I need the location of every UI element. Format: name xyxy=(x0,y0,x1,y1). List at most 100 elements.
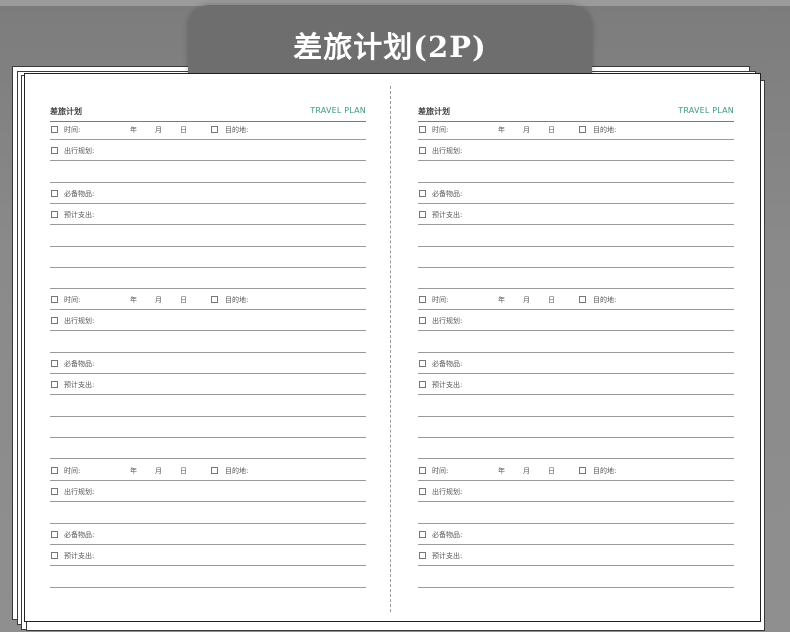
essentials-label: 必备物品: xyxy=(432,189,463,198)
day-label: 日 xyxy=(180,296,187,304)
checkbox[interactable] xyxy=(51,317,58,325)
checkbox[interactable] xyxy=(419,147,426,155)
blank-writing-line xyxy=(418,395,734,417)
year-label: 年 xyxy=(498,296,505,304)
checkbox[interactable] xyxy=(211,467,218,474)
date-destination-row: 时间: 年 月 日 目的地: xyxy=(418,288,734,310)
essentials-label: 必备物品: xyxy=(64,530,95,539)
budget-row: 预计支出: xyxy=(50,373,366,396)
checkbox[interactable] xyxy=(419,467,426,474)
budget-row: 预计支出: xyxy=(50,203,366,226)
time-label: 时间: xyxy=(64,126,81,134)
itinerary-label: 出行规划: xyxy=(64,488,95,497)
destination-label: 目的地: xyxy=(225,126,249,134)
destination-label: 目的地: xyxy=(593,296,617,304)
checkbox[interactable] xyxy=(51,467,58,474)
center-fold-line xyxy=(390,86,391,612)
banner-title: 差旅计划(2P) xyxy=(293,30,487,64)
checkbox[interactable] xyxy=(419,189,426,197)
checkbox[interactable] xyxy=(419,126,426,133)
date-destination-row: 时间: 年 月 日 目的地: xyxy=(50,288,366,310)
checkbox[interactable] xyxy=(51,126,58,133)
day-label: 日 xyxy=(180,126,187,134)
date-destination-row: 时间: 年 月 日 目的地: xyxy=(418,118,734,140)
checkbox[interactable] xyxy=(419,530,426,538)
destination-label: 目的地: xyxy=(593,467,617,475)
essentials-label: 必备物品: xyxy=(432,530,463,539)
checkbox[interactable] xyxy=(211,126,218,133)
month-label: 月 xyxy=(523,467,530,475)
time-label: 时间: xyxy=(432,296,449,304)
itinerary-row: 出行规划: xyxy=(418,139,734,162)
header-title-cn: 差旅计划 xyxy=(418,107,450,116)
budget-row: 预计支出: xyxy=(50,544,366,567)
title-banner: 差旅计划(2P) xyxy=(188,5,592,77)
month-label: 月 xyxy=(155,467,162,475)
time-label: 时间: xyxy=(64,296,81,304)
essentials-row: 必备物品: xyxy=(50,352,366,374)
itinerary-row: 出行规划: xyxy=(418,480,734,503)
blank-writing-line xyxy=(50,246,366,268)
itinerary-label: 出行规划: xyxy=(64,317,95,326)
checkbox[interactable] xyxy=(51,530,58,538)
checkbox[interactable] xyxy=(419,381,426,389)
blank-writing-line xyxy=(50,331,366,353)
blank-writing-line xyxy=(50,395,366,417)
blank-writing-line xyxy=(418,331,734,353)
date-destination-row: 时间: 年 月 日 目的地: xyxy=(50,459,366,481)
blank-writing-line xyxy=(50,161,366,183)
checkbox[interactable] xyxy=(51,147,58,155)
essentials-row: 必备物品: xyxy=(50,523,366,545)
checkbox[interactable] xyxy=(419,317,426,325)
checkbox[interactable] xyxy=(579,467,586,474)
checkbox[interactable] xyxy=(419,296,426,303)
header-title-en: TRAVEL PLAN xyxy=(678,106,734,115)
destination-label: 目的地: xyxy=(225,296,249,304)
day-label: 日 xyxy=(180,467,187,475)
budget-label: 预计支出: xyxy=(64,381,95,390)
budget-label: 预计支出: xyxy=(432,381,463,390)
checkbox[interactable] xyxy=(579,126,586,133)
header-title-en: TRAVEL PLAN xyxy=(310,106,366,115)
checkbox[interactable] xyxy=(419,359,426,367)
checkbox[interactable] xyxy=(51,189,58,197)
destination-label: 目的地: xyxy=(225,467,249,475)
blank-writing-line xyxy=(50,416,366,438)
destination-label: 目的地: xyxy=(593,126,617,134)
checkbox[interactable] xyxy=(211,296,218,303)
checkbox[interactable] xyxy=(419,488,426,496)
year-label: 年 xyxy=(498,467,505,475)
date-destination-row: 时间: 年 月 日 目的地: xyxy=(418,459,734,481)
itinerary-label: 出行规划: xyxy=(432,488,463,497)
blank-writing-line xyxy=(418,437,734,460)
month-label: 月 xyxy=(155,296,162,304)
budget-label: 预计支出: xyxy=(64,211,95,220)
essentials-row: 必备物品: xyxy=(418,523,734,545)
checkbox[interactable] xyxy=(51,381,58,389)
blank-writing-line xyxy=(418,225,734,247)
blank-writing-line xyxy=(418,246,734,268)
checkbox[interactable] xyxy=(51,488,58,496)
blank-writing-line xyxy=(50,566,366,588)
blank-writing-line xyxy=(418,566,734,588)
essentials-label: 必备物品: xyxy=(64,359,95,368)
checkbox[interactable] xyxy=(51,359,58,367)
blank-writing-line xyxy=(50,437,366,460)
budget-row: 预计支出: xyxy=(418,373,734,396)
checkbox[interactable] xyxy=(51,211,58,219)
itinerary-row: 出行规划: xyxy=(50,139,366,162)
checkbox[interactable] xyxy=(51,296,58,303)
itinerary-row: 出行规划: xyxy=(418,309,734,332)
checkbox[interactable] xyxy=(419,552,426,560)
checkbox[interactable] xyxy=(419,211,426,219)
checkbox[interactable] xyxy=(51,552,58,560)
month-label: 月 xyxy=(523,296,530,304)
time-label: 时间: xyxy=(64,467,81,475)
header-title-cn: 差旅计划 xyxy=(50,107,82,116)
blank-writing-line xyxy=(50,225,366,247)
date-destination-row: 时间: 年 月 日 目的地: xyxy=(50,118,366,140)
budget-label: 预计支出: xyxy=(432,552,463,561)
notebook-spread: 差旅计划 TRAVEL PLAN 时间: 年月日目的地: 出行规划: 必备物品: 预计支出:… xyxy=(24,73,761,622)
blank-writing-line xyxy=(418,416,734,438)
checkbox[interactable] xyxy=(579,296,586,303)
